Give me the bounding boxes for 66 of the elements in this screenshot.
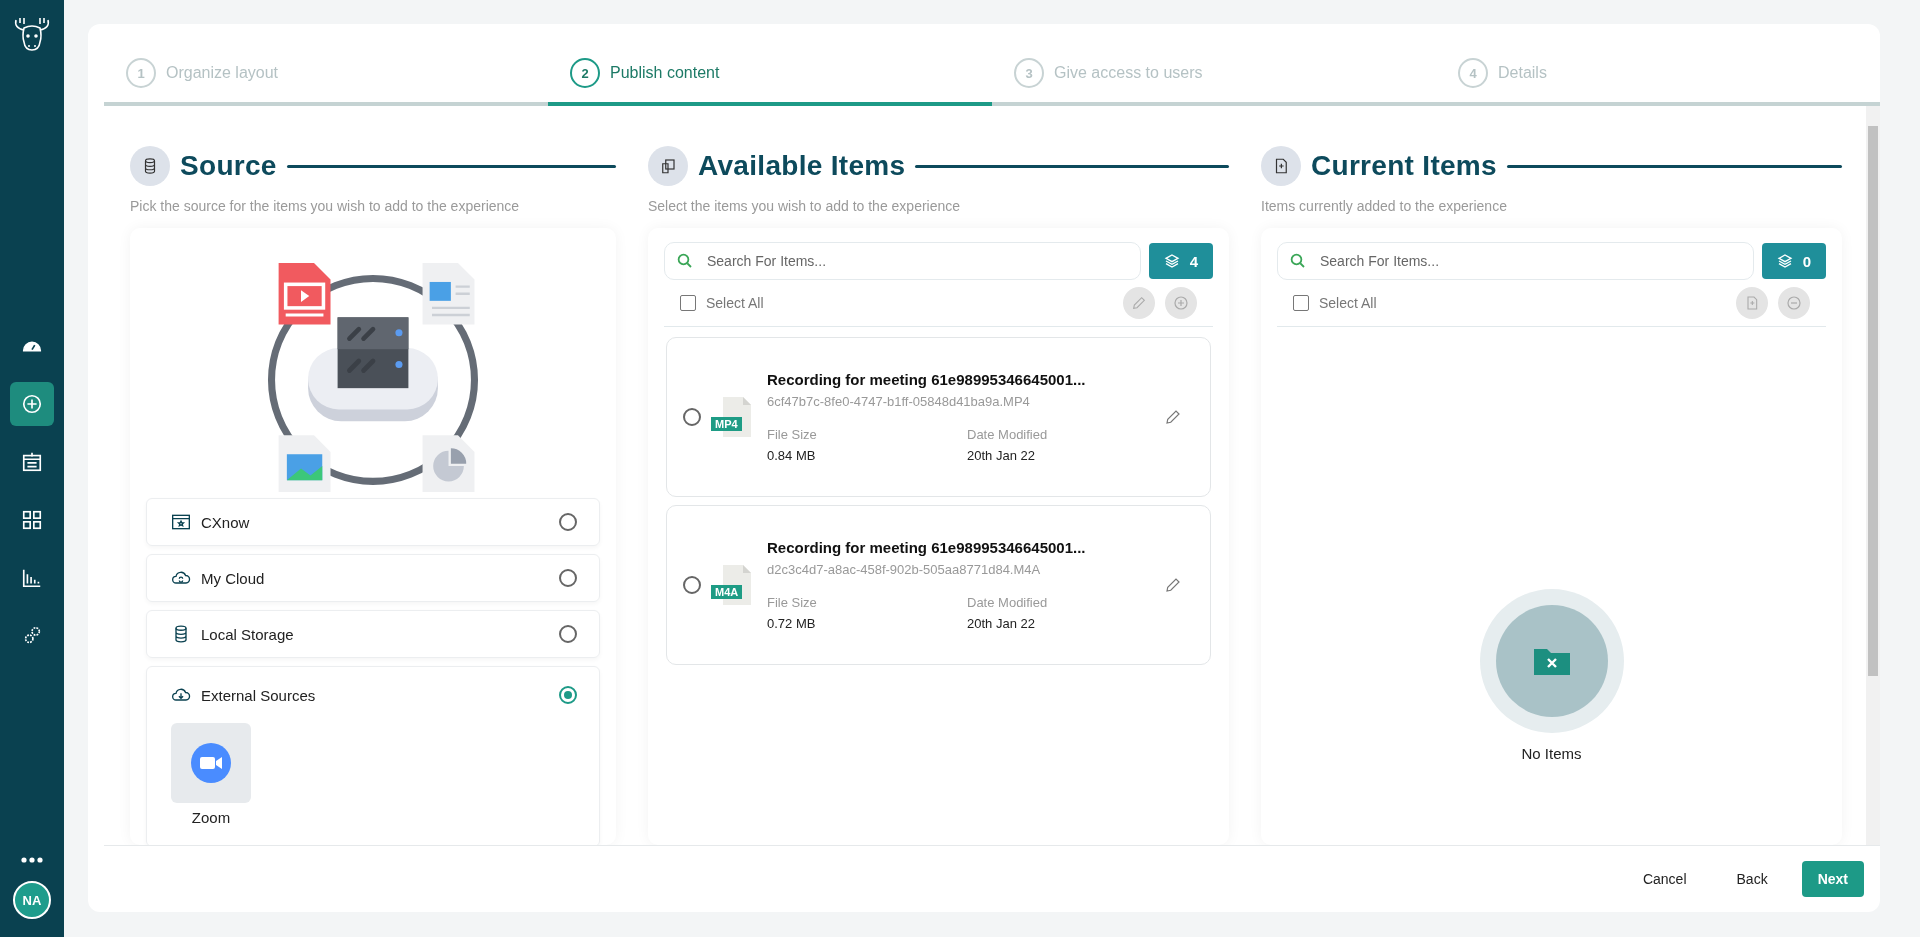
calendar-icon bbox=[21, 451, 43, 473]
source-option-label: Local Storage bbox=[201, 625, 295, 643]
plus-circle-icon bbox=[21, 393, 43, 415]
database-icon bbox=[130, 146, 170, 186]
meta-value: 20th Jan 22 bbox=[967, 616, 1036, 631]
section-subtitle: Select the items you wish to add to the experience bbox=[648, 198, 962, 214]
meta-value: 0.84 MB bbox=[767, 448, 817, 463]
layers-icon bbox=[1776, 253, 1793, 269]
radio-button[interactable] bbox=[559, 686, 577, 704]
grid-icon bbox=[21, 509, 43, 531]
meta-value: 20th Jan 22 bbox=[967, 448, 1036, 463]
edit-icon[interactable] bbox=[1164, 408, 1182, 426]
provider-label: Zoom bbox=[191, 809, 231, 826]
empty-state-text: No Items bbox=[1521, 745, 1582, 762]
checkbox[interactable] bbox=[680, 295, 696, 311]
meta-label: File Size bbox=[767, 427, 818, 442]
more-icon[interactable] bbox=[21, 857, 43, 863]
section-title: Current Items bbox=[1311, 150, 1497, 182]
source-option-label: External Sources bbox=[201, 686, 317, 704]
section-subtitle: Items currently added to the experience bbox=[1261, 198, 1508, 214]
section-title: Source bbox=[180, 150, 277, 182]
edit-icon[interactable] bbox=[1164, 576, 1182, 594]
nav-add-button[interactable] bbox=[10, 382, 54, 426]
file-item-card[interactable]: M4A Recording for meeting 61e98995346645001... d2c3c4d7-a8ac-458f-902b-505aa8771d84.M4A File Size 0.72 MB Date Modified 20th Jan 22 bbox=[666, 505, 1211, 665]
text-button[interactable]: Back bbox=[1720, 861, 1784, 897]
scrollbar[interactable] bbox=[1866, 106, 1880, 845]
source-option[interactable]: My Cloud bbox=[146, 554, 600, 602]
item-filename: 6cf47b7c-8fe0-4747-b1ff-05848d41ba9a.MP4 bbox=[767, 394, 1031, 409]
item-title: Recording for meeting 61e98995346645001... bbox=[767, 371, 1087, 388]
file-item-card[interactable]: MP4 Recording for meeting 61e98995346645001... 6cf47b7c-8fe0-4747-b1ff-05848d41ba9a.MP4 File Size 0.84 MB Date Modified 20th Jan 22 bbox=[666, 337, 1211, 497]
source-option[interactable]: CXnow bbox=[146, 498, 600, 546]
plus-circle-icon bbox=[1172, 294, 1190, 312]
select-all-label: Select All bbox=[1319, 295, 1377, 311]
file-add-icon bbox=[1261, 146, 1301, 186]
radio-button[interactable] bbox=[559, 513, 577, 531]
copy-icon bbox=[648, 146, 688, 186]
bar-chart-icon bbox=[21, 567, 43, 589]
checkbox[interactable] bbox=[1293, 295, 1309, 311]
search-field[interactable]: Search For Items... bbox=[664, 242, 1141, 280]
pencil-icon bbox=[1131, 295, 1147, 311]
layers-icon bbox=[1163, 253, 1180, 269]
item-filename: d2c3c4d7-a8ac-458f-902b-505aa8771d84.M4A bbox=[767, 562, 1042, 577]
section-subtitle: Pick the source for the items you wish to add to the experience bbox=[130, 198, 521, 214]
browser-window-icon bbox=[171, 512, 191, 532]
item-title: Recording for meeting 61e98995346645001... bbox=[767, 539, 1087, 556]
item-count-button[interactable]: 0 bbox=[1762, 243, 1826, 279]
meta-label: Date Modified bbox=[967, 595, 1049, 610]
meta-label: File Size bbox=[767, 595, 818, 610]
source-option-label: My Cloud bbox=[201, 569, 266, 587]
radio-button[interactable] bbox=[683, 408, 701, 426]
select-all-label: Select All bbox=[706, 295, 764, 311]
text-button[interactable]: Cancel bbox=[1626, 861, 1703, 897]
radio-button[interactable] bbox=[559, 625, 577, 643]
radio-button[interactable] bbox=[683, 576, 701, 594]
minus-circle-icon bbox=[1785, 294, 1803, 312]
source-option[interactable]: Local Storage bbox=[146, 610, 600, 658]
wizard-step-tab[interactable]: 2 Publish content bbox=[548, 58, 992, 106]
search-field[interactable]: Search For Items... bbox=[1277, 242, 1754, 280]
radio-button[interactable] bbox=[559, 569, 577, 587]
item-count-button[interactable]: 4 bbox=[1149, 243, 1213, 279]
section-title: Available Items bbox=[698, 150, 906, 182]
meta-label: Date Modified bbox=[967, 427, 1049, 442]
video-camera-icon[interactable] bbox=[171, 723, 251, 803]
file-plus-icon bbox=[1744, 295, 1760, 311]
source-option-label: CXnow bbox=[201, 513, 251, 531]
meta-value: 0.72 MB bbox=[767, 616, 817, 631]
